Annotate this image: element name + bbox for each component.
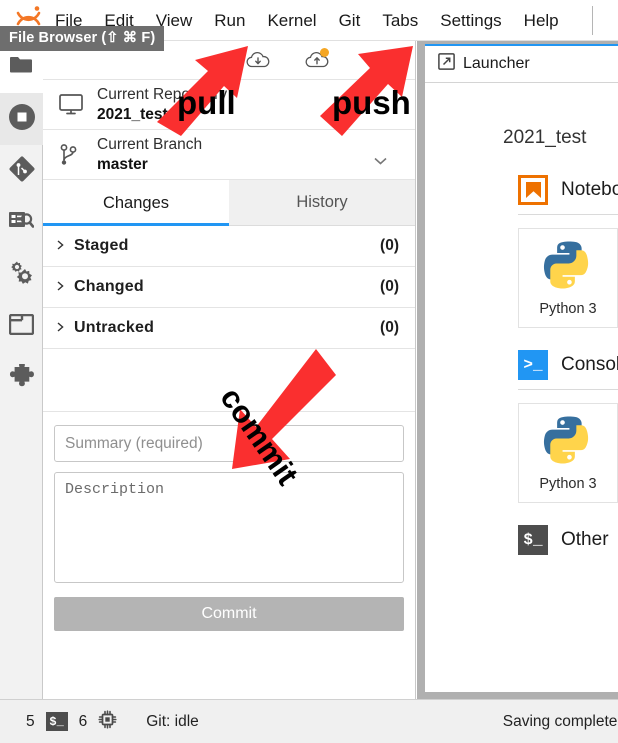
python-logo-icon	[543, 240, 593, 295]
launcher-panel: Launcher 2021_test Notebook	[425, 44, 618, 692]
menu-tabs[interactable]: Tabs	[371, 0, 429, 41]
tab-changes[interactable]: Changes	[43, 180, 229, 226]
launcher-tab-title: Launcher	[463, 55, 530, 72]
push-pending-badge	[320, 48, 329, 57]
section-untracked-label: Untracked	[74, 319, 155, 336]
chevron-down-icon[interactable]	[374, 152, 387, 170]
caret-right-icon[interactable]	[57, 319, 74, 337]
console-icon: >_	[518, 350, 548, 380]
launcher-path-title: 2021_test	[503, 127, 587, 148]
section-changed[interactable]: Changed (0)	[43, 267, 415, 308]
launcher-section-other: $_ Other	[518, 525, 618, 555]
section-staged-label: Staged	[74, 237, 129, 254]
dock-area: Launcher 2021_test Notebook	[417, 41, 618, 699]
activity-bar	[0, 41, 43, 699]
launcher-section-notebook: Notebook	[518, 175, 618, 205]
section-divider	[518, 389, 618, 390]
caret-right-icon[interactable]	[57, 237, 74, 255]
terminal-icon[interactable]: $_	[45, 712, 68, 731]
jupyterlab-window: File Edit View Run Kernel Git Tabs Setti…	[0, 0, 618, 743]
launcher-card-notebook-python3[interactable]: Python 3	[518, 228, 618, 328]
launcher-card-label: Python 3	[539, 475, 597, 492]
menubar-divider	[592, 6, 593, 35]
menu-kernel[interactable]: Kernel	[256, 0, 327, 41]
status-bar: 5 $_ 6 Git: idle Saving completed	[0, 699, 618, 743]
launcher-section-notebook-label: Notebook	[561, 179, 618, 200]
sidebar-item-property-inspector[interactable]	[0, 249, 43, 301]
tab-history-label: History	[296, 193, 348, 211]
tab-history[interactable]: History	[229, 180, 415, 226]
tab-panel-icon	[8, 313, 35, 340]
tab-changes-label: Changes	[102, 193, 170, 212]
folder-icon	[10, 55, 33, 79]
git-panel: Current Repository 2021_test Current Bra…	[43, 41, 416, 699]
sidebar-item-git[interactable]	[0, 145, 43, 197]
current-repository-value: 2021_test	[97, 105, 168, 123]
section-staged[interactable]: Staged (0)	[43, 226, 415, 267]
caret-right-icon[interactable]	[57, 278, 74, 296]
git-diamond-icon	[9, 156, 35, 187]
desktop-icon	[59, 94, 97, 115]
puzzle-piece-icon	[9, 362, 35, 394]
section-untracked-count: (0)	[380, 319, 399, 336]
stop-circle-icon	[8, 103, 35, 135]
gears-icon	[9, 260, 34, 290]
terminal-count[interactable]: 6	[79, 713, 88, 731]
current-branch-label: Current Branch	[97, 135, 203, 153]
launcher-card-label: Python 3	[539, 300, 597, 317]
commit-button[interactable]: Commit	[54, 597, 404, 631]
kernel-count[interactable]: 5	[26, 713, 35, 731]
terminal-icon: $_	[518, 525, 548, 555]
section-untracked[interactable]: Untracked (0)	[43, 308, 415, 349]
section-divider	[518, 214, 618, 215]
file-list-empty-area	[43, 349, 415, 412]
menu-settings[interactable]: Settings	[429, 0, 512, 41]
launcher-icon	[438, 53, 455, 75]
notebook-icon	[518, 175, 548, 205]
git-tab-bar: Changes History	[43, 180, 415, 226]
status-message: Saving completed	[502, 712, 618, 730]
cloud-download-icon[interactable]	[246, 51, 270, 75]
menu-run[interactable]: Run	[203, 0, 256, 41]
commit-description-input[interactable]	[54, 472, 404, 583]
launcher-section-console: >_ Console	[518, 350, 618, 380]
refresh-icon[interactable]	[364, 51, 384, 76]
section-staged-count: (0)	[380, 237, 399, 254]
launcher-tab[interactable]: Launcher	[425, 46, 618, 83]
launcher-card-console-python3[interactable]: Python 3	[518, 403, 618, 503]
commit-form: Commit	[43, 412, 415, 699]
current-repository-row[interactable]: Current Repository 2021_test	[43, 80, 415, 130]
menu-git[interactable]: Git	[328, 0, 372, 41]
launcher-section-other-label: Other	[561, 529, 609, 550]
current-repository-label: Current Repository	[97, 85, 228, 103]
menu-help[interactable]: Help	[513, 0, 570, 41]
section-changed-label: Changed	[74, 278, 144, 295]
section-changed-count: (0)	[380, 278, 399, 295]
sidebar-item-open-tabs[interactable]	[0, 301, 43, 353]
sidebar-item-extension-manager[interactable]	[0, 353, 43, 405]
branch-icon	[59, 143, 97, 167]
file-browser-tooltip: File Browser (⇧ ⌘ F)	[0, 26, 165, 51]
commit-summary-input[interactable]	[54, 425, 404, 462]
status-bar-left: 5 $_ 6 Git: idle	[0, 709, 199, 734]
launcher-body: 2021_test Notebook P	[425, 83, 618, 692]
launcher-section-console-label: Console	[561, 354, 618, 375]
python-logo-icon	[543, 415, 593, 470]
toc-search-icon	[9, 210, 35, 237]
current-branch-value: master	[97, 155, 148, 173]
current-branch-row[interactable]: Current Branch master	[43, 130, 415, 180]
sidebar-item-table-of-contents[interactable]	[0, 197, 43, 249]
chip-icon[interactable]	[98, 709, 117, 734]
git-status[interactable]: Git: idle	[146, 713, 199, 731]
sidebar-item-running[interactable]	[0, 93, 43, 145]
